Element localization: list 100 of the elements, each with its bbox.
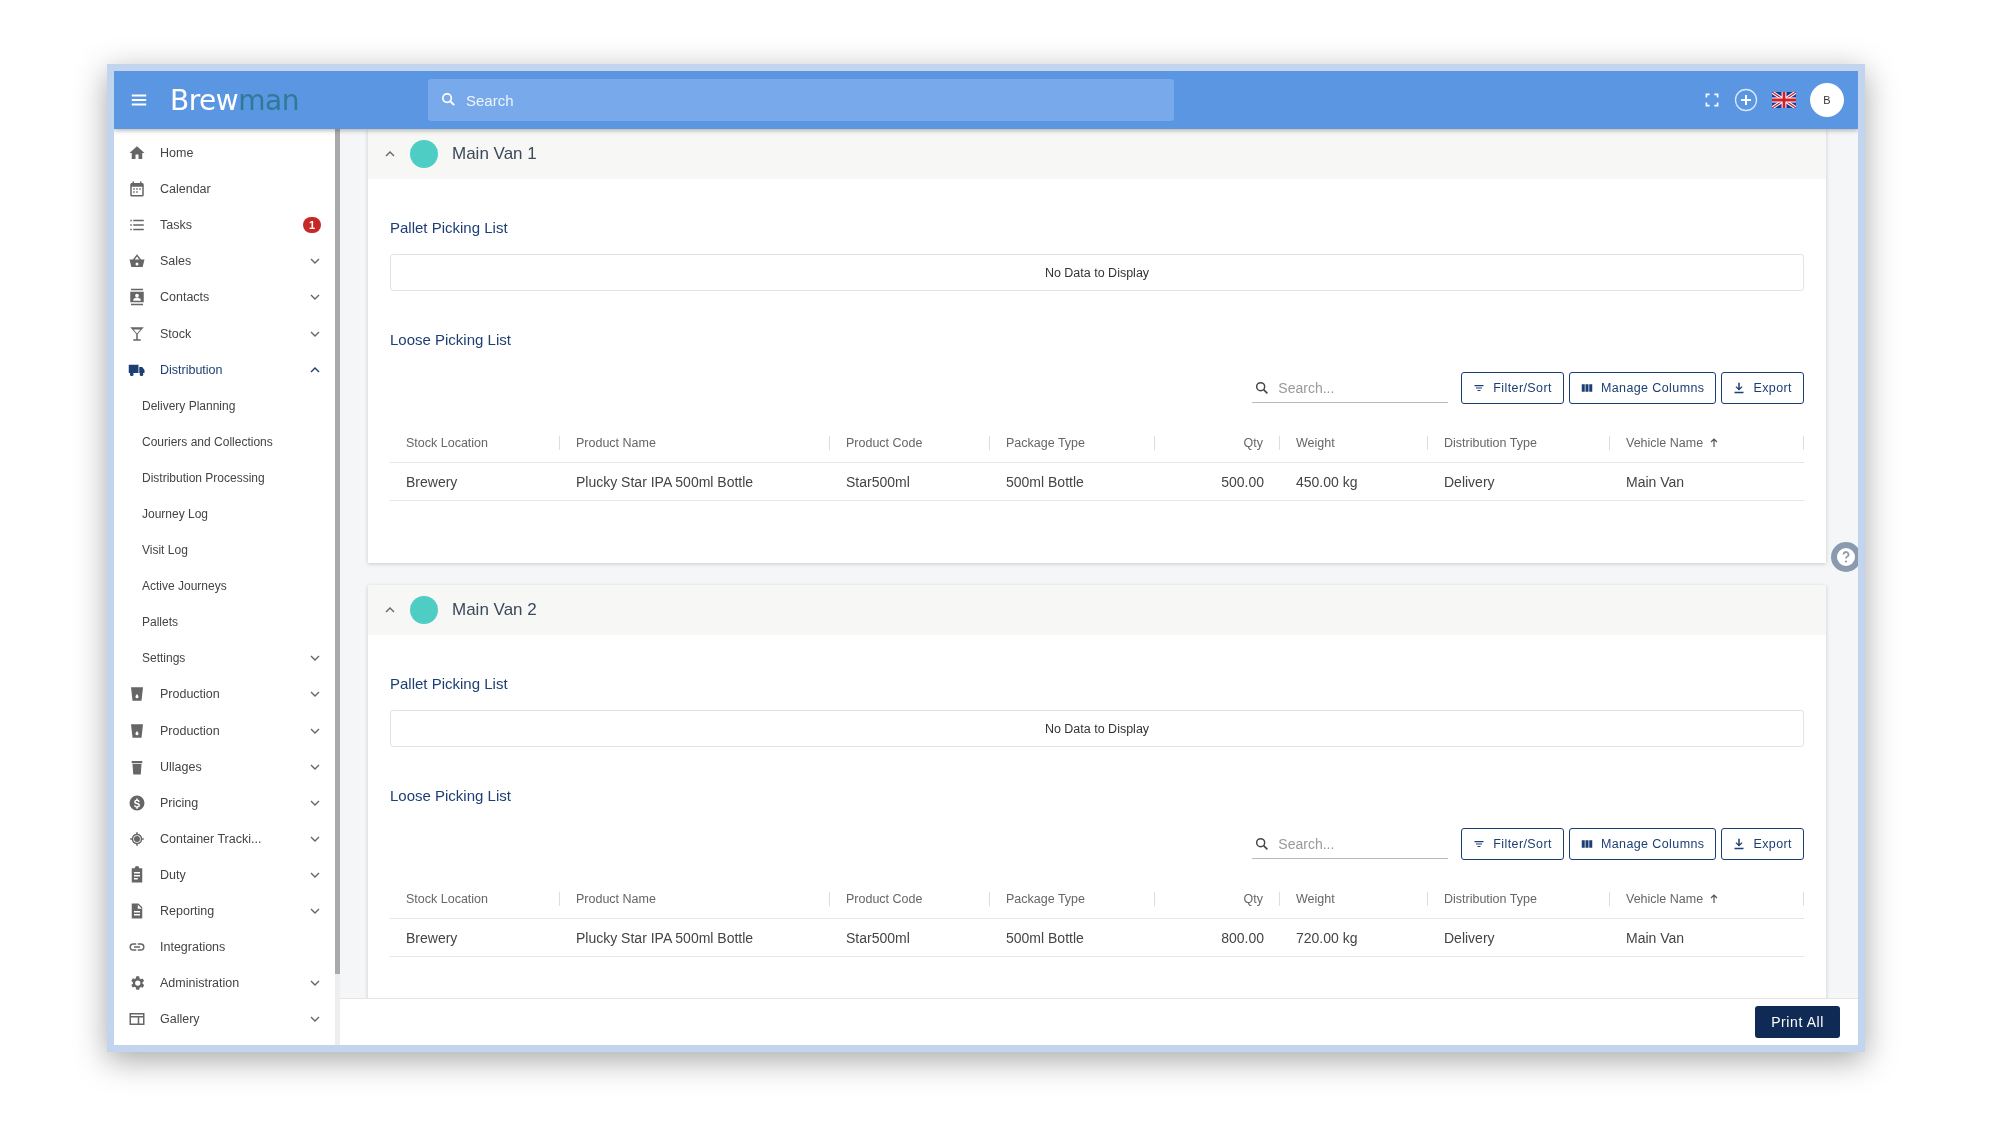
table-cell-text: Plucky Star IPA 500ml Bottle [575, 929, 755, 946]
print-all-button[interactable]: Print All [1755, 1006, 1840, 1038]
count-badge: 1 [302, 217, 321, 234]
table-cell-text: Plucky Star IPA 500ml Bottle [575, 473, 755, 490]
van-name: Main Van 1 [452, 144, 537, 164]
toolbar-button[interactable]: Filter/Sort [1461, 828, 1564, 860]
sidebar-subitem[interactable]: Delivery Planning [114, 387, 335, 424]
search-icon [1254, 380, 1271, 396]
column-header[interactable]: Package Type [990, 436, 1155, 450]
cup-icon [128, 721, 146, 740]
column-header[interactable]: Weight [1280, 892, 1428, 906]
download-icon [1733, 382, 1746, 394]
panel-header[interactable]: Main Van 1 [368, 129, 1826, 179]
table-search-field[interactable]: Search... [1252, 373, 1449, 403]
section-title: Pallet Picking List [390, 675, 509, 692]
target-icon [128, 829, 146, 848]
sidebar-item[interactable]: Container Tracki... [114, 820, 335, 857]
filter-icon [1473, 382, 1486, 394]
column-header[interactable]: Stock Location [390, 892, 560, 906]
logo: Brewman [170, 83, 300, 117]
sidebar-item[interactable]: Sales [114, 243, 335, 280]
sidebar-item[interactable]: Pricing [114, 784, 335, 821]
table-search-field[interactable]: Search... [1252, 829, 1449, 859]
panel-header[interactable]: Main Van 2 [368, 585, 1826, 635]
table-cell-text: 500ml Bottle [1005, 473, 1085, 490]
sidebar-item[interactable]: Ullages [114, 748, 335, 785]
sidebar-item[interactable]: Duty [114, 856, 335, 893]
column-header[interactable]: Qty [1155, 892, 1280, 906]
section-title: Loose Picking List [390, 331, 512, 348]
add-icon[interactable] [1734, 88, 1758, 112]
section-title: Loose Picking List [390, 787, 512, 804]
toolbar-button[interactable]: Manage Columns [1568, 372, 1717, 404]
sidebar-subitem[interactable]: Visit Log [114, 532, 335, 569]
column-header[interactable]: Product Name [560, 892, 830, 906]
column-header[interactable]: Product Code [830, 892, 990, 906]
van-status-dot [410, 596, 438, 624]
table-cell-text: Main Van [1625, 929, 1686, 946]
column-header[interactable]: Vehicle Name [1610, 892, 1804, 906]
toolbar-button[interactable]: Manage Columns [1568, 828, 1717, 860]
column-header[interactable]: Qty [1155, 436, 1280, 450]
sidebar-item[interactable]: Stock [114, 315, 335, 352]
search-icon [1254, 836, 1271, 852]
table-cell-text: 800.00 [1220, 929, 1265, 946]
sidebar-item[interactable]: Home [114, 135, 335, 172]
calendar-icon [128, 180, 146, 199]
table-cell-text: Delivery [1443, 929, 1496, 946]
scrollbar-thumb[interactable] [335, 129, 340, 974]
filter-icon [1473, 838, 1486, 850]
toolbar-button[interactable]: Export [1721, 372, 1804, 404]
help-icon[interactable] [1830, 541, 1858, 573]
column-header[interactable]: Product Code [830, 436, 990, 450]
table-cell-text: 720.00 kg [1295, 929, 1359, 946]
sidebar-item[interactable]: Production [114, 676, 335, 713]
van-name: Main Van 2 [452, 600, 537, 620]
sidebar-item[interactable]: Administration [114, 965, 335, 1002]
table-cell-text: 450.00 kg [1295, 473, 1359, 490]
table-cell-text: Brewery [405, 473, 459, 490]
sidebar-subitem[interactable]: Pallets [114, 604, 335, 641]
van-status-dot [410, 140, 438, 168]
sidebar-item[interactable]: Production [114, 712, 335, 749]
sidebar-item[interactable]: Distribution [114, 351, 335, 388]
column-header[interactable]: Distribution Type [1428, 892, 1610, 906]
sidebar-subitem[interactable]: Active Journeys [114, 568, 335, 605]
table-cell-text: 500.00 [1220, 473, 1265, 490]
cup-icon [128, 685, 146, 704]
sidebar-item[interactable]: Reporting [114, 892, 335, 930]
table-cell-text: Star500ml [845, 929, 911, 946]
sidebar-item[interactable]: Contacts [114, 279, 335, 316]
toolbar-button[interactable]: Export [1721, 828, 1804, 860]
search-field[interactable]: Search [428, 79, 1174, 121]
table-cell-text: Star500ml [845, 473, 911, 490]
column-header[interactable]: Product Name [560, 436, 830, 450]
user-avatar[interactable]: B [1810, 83, 1844, 117]
empty-message: No Data to Display [390, 710, 1804, 747]
fullscreen-icon[interactable] [1704, 92, 1720, 108]
columns-icon [1580, 382, 1593, 394]
dollar-icon [128, 793, 146, 812]
column-header[interactable]: Vehicle Name [1610, 436, 1804, 450]
sidebar-item[interactable]: Integrations [114, 929, 335, 966]
table-cell-text: 500ml Bottle [1005, 929, 1085, 946]
sidebar-subitem[interactable]: Settings [114, 640, 335, 677]
sidebar-item[interactable]: Calendar [114, 171, 335, 208]
column-header[interactable]: Stock Location [390, 436, 560, 450]
sidebar-subitem[interactable]: Couriers and Collections [114, 423, 335, 460]
column-header[interactable]: Package Type [990, 892, 1155, 906]
columns-icon [1580, 838, 1593, 850]
empty-message: No Data to Display [390, 254, 1804, 291]
table-cell-text: Main Van [1625, 473, 1686, 490]
uk-flag-icon[interactable] [1772, 92, 1796, 108]
sidebar-item[interactable]: Tasks 1 [114, 207, 335, 244]
column-header[interactable]: Weight [1280, 436, 1428, 450]
toolbar-button[interactable]: Filter/Sort [1461, 372, 1564, 404]
column-header[interactable]: Distribution Type [1428, 436, 1610, 450]
table-cell-text: Brewery [405, 929, 459, 946]
sidebar-subitem[interactable]: Journey Log [114, 495, 335, 533]
contact-card-icon [128, 288, 146, 307]
cocktail-glass-icon [128, 324, 146, 343]
section-title: Pallet Picking List [390, 219, 509, 236]
sidebar-item[interactable]: Gallery [114, 1001, 335, 1038]
sidebar-subitem[interactable]: Distribution Processing [114, 459, 335, 496]
